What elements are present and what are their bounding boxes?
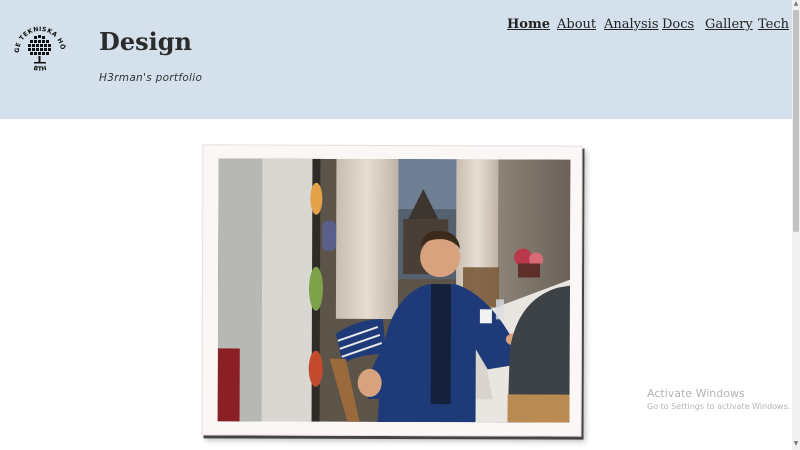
- site-subtitle: H3rman's portfolio: [99, 72, 203, 84]
- windows-activation-watermark: Activate Windows Go to Settings to activ…: [647, 387, 790, 411]
- site-header: BLEKINGE TEKNISKA HÖGSKOLA BTH Design H3…: [0, 0, 792, 119]
- scroll-thumb[interactable]: [793, 10, 799, 232]
- photo-frame: [201, 144, 583, 437]
- nav-gallery[interactable]: Gallery: [705, 17, 753, 32]
- svg-text:BTH: BTH: [33, 65, 47, 73]
- nav-analysis[interactable]: Analysis: [604, 17, 659, 32]
- scroll-down-arrow-icon[interactable]: ▼: [792, 440, 800, 448]
- watermark-title: Activate Windows: [647, 387, 745, 400]
- scroll-up-arrow-icon[interactable]: ▲: [792, 0, 800, 8]
- nav-about[interactable]: About: [557, 17, 596, 32]
- nav-docs[interactable]: Docs: [662, 17, 694, 32]
- vertical-scrollbar[interactable]: ▲ ▼: [792, 0, 800, 450]
- watermark-subtitle: Go to Settings to activate Windows.: [647, 402, 791, 411]
- main-nav: Home About Analysis Docs Gallery Tech: [0, 17, 792, 37]
- nav-home[interactable]: Home: [507, 17, 550, 32]
- nav-tech[interactable]: Tech: [758, 17, 789, 32]
- portrait-photo[interactable]: [217, 158, 571, 423]
